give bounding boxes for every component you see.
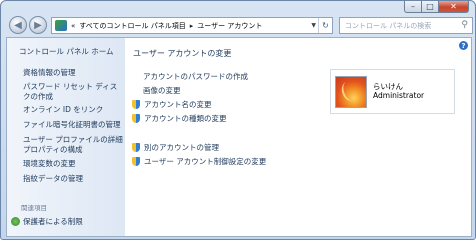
main-panel: ユーザー アカウントの変更 アカウントのパスワードの作成 画像の変更 アカウント… bbox=[125, 38, 471, 236]
create-password-link[interactable]: アカウントのパスワードの作成 bbox=[143, 71, 248, 82]
sidebar-home-link[interactable]: コントロール パネル ホーム bbox=[19, 46, 114, 57]
uac-shield-icon bbox=[132, 114, 140, 123]
caption-buttons: – □ ✕ bbox=[404, 1, 469, 13]
change-picture-label: 画像の変更 bbox=[143, 86, 181, 95]
sidebar-item-link-online-id[interactable]: オンライン ID をリンク bbox=[23, 105, 103, 115]
forward-arrow-icon: ▶ bbox=[34, 19, 42, 31]
refresh-icon[interactable]: ↻ bbox=[318, 18, 332, 33]
breadcrumb-separator-icon[interactable]: ▸ bbox=[190, 22, 194, 30]
sidebar-item-password-reset-disk[interactable]: パスワード リセット ディスクの作成 bbox=[23, 82, 123, 102]
search-icon[interactable]: ⚲ bbox=[461, 20, 468, 30]
search-placeholder: コントロール パネルの検索 bbox=[345, 21, 432, 30]
sidebar-item-advanced-profile-properties[interactable]: ユーザー プロファイルの詳細プロパティの構成 bbox=[23, 135, 125, 155]
uac-shield-icon bbox=[132, 100, 140, 109]
change-account-name-link[interactable]: アカウント名の変更 bbox=[132, 99, 212, 110]
change-account-type-label: アカウントの種類の変更 bbox=[144, 114, 227, 123]
minimize-button[interactable]: – bbox=[404, 1, 422, 13]
uac-settings-link[interactable]: ユーザー アカウント制御設定の変更 bbox=[132, 156, 266, 167]
control-panel-window: – □ ✕ ◀ ▶ « すべてのコントロール パネル項目 ▸ ユーザー アカウン… bbox=[0, 0, 476, 240]
user-role: Administrator bbox=[373, 91, 425, 100]
uac-shield-icon bbox=[132, 143, 140, 152]
sidebar-item-manage-credentials[interactable]: 資格情報の管理 bbox=[23, 68, 76, 78]
create-password-label: アカウントのパスワードの作成 bbox=[143, 72, 248, 81]
manage-another-account-link[interactable]: 別のアカウントの管理 bbox=[132, 142, 219, 153]
change-picture-link[interactable]: 画像の変更 bbox=[143, 85, 181, 96]
back-arrow-icon: ◀ bbox=[14, 19, 22, 31]
breadcrumb-all-items[interactable]: すべてのコントロール パネル項目 bbox=[79, 21, 185, 31]
change-account-name-label: アカウント名の変更 bbox=[144, 100, 212, 109]
address-bar[interactable]: « すべてのコントロール パネル項目 ▸ ユーザー アカウント ▼ ↻ bbox=[51, 17, 333, 34]
breadcrumb-user-accounts[interactable]: ユーザー アカウント bbox=[197, 21, 262, 31]
sidebar-item-encryption-certificates[interactable]: ファイル暗号化証明書の管理 bbox=[23, 120, 121, 130]
user-avatar[interactable] bbox=[335, 76, 367, 108]
manage-another-account-label: 別のアカウントの管理 bbox=[144, 143, 219, 152]
uac-settings-label: ユーザー アカウント制御設定の変更 bbox=[144, 157, 267, 166]
back-button[interactable]: ◀ bbox=[9, 16, 27, 34]
search-input[interactable]: コントロール パネルの検索 ⚲ bbox=[339, 17, 473, 34]
content-area: コントロール パネル ホーム 資格情報の管理 パスワード リセット ディスクの作… bbox=[6, 37, 472, 237]
see-also-heading: 関連項目 bbox=[21, 204, 47, 212]
sidebar-item-family-safety[interactable]: 保護者による制限 bbox=[11, 216, 83, 227]
user-account-card: らいけん Administrator bbox=[330, 69, 455, 114]
maximize-button[interactable]: □ bbox=[422, 1, 439, 13]
change-account-type-link[interactable]: アカウントの種類の変更 bbox=[132, 113, 227, 124]
sidebar-item-environment-variables[interactable]: 環境変数の変更 bbox=[23, 159, 76, 169]
sidebar-item-fingerprint-data[interactable]: 指紋データの管理 bbox=[23, 174, 83, 184]
address-dropdown-icon[interactable]: ▼ bbox=[311, 22, 316, 29]
sidebar: コントロール パネル ホーム 資格情報の管理 パスワード リセット ディスクの作… bbox=[7, 38, 125, 236]
address-overflow-chevron[interactable]: « bbox=[71, 22, 75, 30]
navigation-bar: ◀ ▶ « すべてのコントロール パネル項目 ▸ ユーザー アカウント ▼ ↻ … bbox=[5, 15, 473, 35]
family-safety-icon bbox=[11, 217, 20, 226]
family-safety-label: 保護者による制限 bbox=[23, 217, 83, 226]
control-panel-icon bbox=[55, 20, 67, 31]
forward-button[interactable]: ▶ bbox=[29, 16, 47, 34]
page-title: ユーザー アカウントの変更 bbox=[133, 49, 232, 58]
uac-shield-icon bbox=[132, 157, 140, 166]
close-button[interactable]: ✕ bbox=[439, 1, 469, 13]
